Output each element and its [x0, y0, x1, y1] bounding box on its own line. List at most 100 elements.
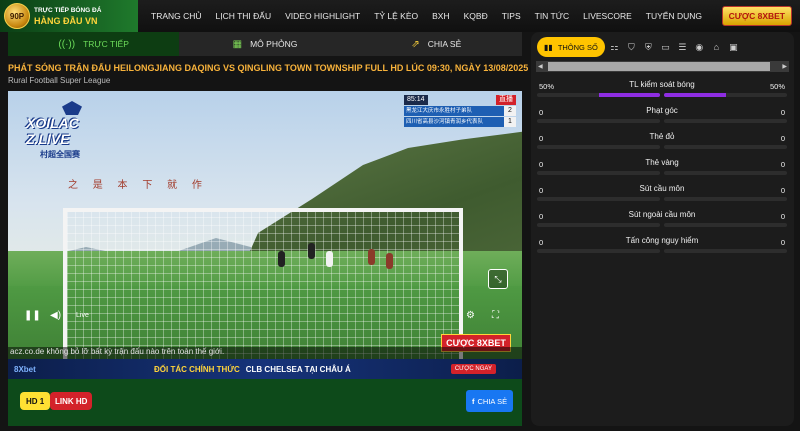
nav-schedule[interactable]: LỊCH THI ĐẤU: [209, 11, 279, 21]
settings-icon[interactable]: ⚙: [466, 310, 475, 321]
live-tag: 直播: [496, 95, 516, 105]
ad-text-chelsea: CLB CHELSEA TẠI CHÂU Á: [245, 364, 351, 374]
live-signal-icon: ((·)): [58, 38, 76, 50]
stat-row-possession: 50% TL kiểm soát bóng 50%: [537, 80, 787, 106]
crest-icon: [62, 101, 82, 115]
home-team-name: 黑龙江大庆市永胜村子弟队: [404, 106, 504, 116]
stat-row-shots-on-target: 0 Sút cầu môn 0: [537, 184, 787, 210]
stat-away-fill: [664, 93, 726, 97]
match-league: Rural Football Super League: [8, 76, 111, 85]
hd1-button[interactable]: HD 1: [20, 392, 51, 410]
scroll-thumb[interactable]: [548, 62, 770, 71]
nav-home[interactable]: TRANG CHỦ: [144, 11, 209, 21]
away-team-row: 四川省高县沙河镇青润乡代表队 1: [404, 117, 516, 127]
stat-home-bar: [537, 93, 660, 97]
scroll-left-icon[interactable]: ◀: [536, 63, 545, 70]
tab-share-label: CHIA SẺ: [427, 39, 462, 49]
stat-label: Sút cầu môn: [639, 184, 685, 193]
stream-controls-bar: HD 1 LINK HD f CHIA SẺ: [8, 379, 522, 426]
scroll-right-icon[interactable]: ▶: [780, 63, 789, 70]
tab-statistics-label: THÔNG SỐ: [557, 42, 598, 52]
chat-icon[interactable]: ▭: [658, 42, 673, 53]
stat-away-bar: [664, 145, 787, 149]
chart-icon[interactable]: ▣: [726, 42, 741, 53]
stat-home-bar: [537, 223, 660, 227]
stat-away-value: 0: [780, 160, 785, 169]
stat-away-bar: [664, 119, 787, 123]
away-team-name: 四川省高县沙河镇青润乡代表队: [404, 117, 504, 127]
stat-home-bar: [537, 145, 660, 149]
ad-bet-now-button[interactable]: CƯỢC NGAY: [450, 364, 496, 374]
match-title: PHÁT SÓNG TRẬN ĐẤU HEILONGJIANG DAQING V…: [8, 63, 529, 73]
tab-live[interactable]: ((·)) TRỰC TIẾP: [8, 32, 180, 56]
tab-statistics[interactable]: ▮▮ THÔNG SỐ: [537, 37, 605, 57]
nav-recruitment[interactable]: TUYỂN DỤNG: [639, 11, 709, 21]
nav-livescore[interactable]: LIVESCORE: [576, 11, 639, 21]
facebook-share-button[interactable]: f CHIA SẺ: [466, 390, 514, 412]
picture-in-picture-icon[interactable]: ⤡: [488, 269, 508, 289]
stream-tabs: ((·)) TRỰC TIẾP ▦ MÔ PHỎNG ⇗ CHIA SẺ: [8, 32, 522, 56]
live-label: Live: [76, 312, 89, 319]
logo-line1: TRỰC TIẾP BÓNG ĐÁ: [34, 7, 102, 14]
ad-brand: 8Xbet: [14, 364, 36, 374]
stat-away-value: 50%: [769, 82, 785, 91]
main-nav: TRANG CHỦ LỊCH THI ĐẤU VIDEO HIGHLIGHT T…: [144, 0, 709, 32]
player-1: [278, 251, 285, 267]
nav-standings[interactable]: BXH: [425, 11, 456, 21]
tabs-scrollbar[interactable]: ◀ ▶: [536, 61, 789, 72]
news-ticker: acz.co.de không bỏ lỡ bất kỳ trận đấu nà…: [8, 347, 522, 359]
stadium-icon[interactable]: ⌂: [709, 42, 724, 52]
stat-label: Tấn công nguy hiểm: [625, 236, 699, 245]
shirt-icon[interactable]: ⛉: [624, 42, 639, 53]
stat-away-bar: [664, 223, 787, 227]
watermark-sub: 村超全国赛: [40, 150, 80, 159]
stat-row-yellow-cards: 0 Thẻ vàng 0: [537, 158, 787, 184]
player-3: [386, 253, 393, 269]
stat-home-bar: [537, 171, 660, 175]
stat-away-bar: [664, 93, 787, 97]
video-mountain-banner: 之 是 本 下 就 作: [68, 180, 208, 191]
stat-home-bar: [537, 119, 660, 123]
stats-panel: ▮▮ THÔNG SỐ ⚏ ⛉ ⛨ ▭ ☰ ◉ ⌂ ▣ ◀ ▶ 50% TL ki…: [531, 32, 794, 426]
stat-away-value: 0: [780, 134, 785, 143]
bet-8xbet-button[interactable]: CƯỢC 8XBET: [721, 6, 792, 26]
ad-banner[interactable]: 8Xbet ĐỐI TÁC CHÍNH THỨC CLB CHELSEA TẠI…: [8, 359, 522, 379]
lineup-icon[interactable]: ⚏: [607, 42, 622, 53]
logo-ball-icon: 90P: [4, 3, 30, 29]
stat-label: Thẻ vàng: [645, 158, 679, 167]
nav-tips[interactable]: TIPS: [495, 11, 528, 21]
stat-row-red-cards: 0 Thẻ đỏ 0: [537, 132, 787, 158]
site-logo[interactable]: 90P TRỰC TIẾP BÓNG ĐÁ HÀNG ĐẦU VN: [0, 0, 138, 32]
match-clock: 85:14: [404, 95, 428, 105]
stat-row-shots-off-target: 0 Sút ngoài cầu môn 0: [537, 210, 787, 236]
jersey-icon[interactable]: ⛨: [641, 42, 656, 53]
live-icon[interactable]: ◉: [692, 42, 707, 53]
tab-simulation[interactable]: ▦ MÔ PHỎNG: [179, 32, 350, 56]
pitch-icon: ▦: [232, 38, 243, 50]
list-icon[interactable]: ☰: [675, 42, 690, 53]
pause-icon[interactable]: ❚❚: [24, 310, 41, 321]
video-player[interactable]: 之 是 本 下 就 作 XOILAC Z.LIVE 村超全国赛 85:14 直播…: [8, 91, 522, 379]
logo-line2: HÀNG ĐẦU VN: [34, 16, 98, 26]
player-4: [308, 243, 315, 259]
stat-label: Thẻ đỏ: [649, 132, 675, 141]
nav-odds[interactable]: TỶ LỆ KÈO: [367, 11, 425, 21]
nav-news[interactable]: TIN TỨC: [528, 11, 577, 21]
stat-away-bar: [664, 249, 787, 253]
stat-away-bar: [664, 171, 787, 175]
nav-results[interactable]: KQBĐ: [457, 11, 495, 21]
stat-away-value: 0: [780, 238, 785, 247]
xoilac-watermark: XOILAC Z.LIVE 村超全国赛: [26, 101, 126, 159]
player-goalkeeper: [326, 251, 333, 267]
stat-home-bar: [537, 197, 660, 201]
player-2: [368, 249, 375, 265]
watermark-logo: XOILAC Z.LIVE: [26, 115, 79, 147]
nav-video-highlight[interactable]: VIDEO HIGHLIGHT: [278, 11, 367, 21]
tab-share[interactable]: ⇗ CHIA SẺ: [351, 32, 522, 56]
fullscreen-icon[interactable]: ⛶: [492, 310, 499, 321]
volume-icon[interactable]: ◀): [50, 310, 61, 321]
stat-row-dangerous-attacks: 0 Tấn công nguy hiểm 0: [537, 236, 787, 262]
stat-label: TL kiểm soát bóng: [629, 80, 695, 89]
home-team-score: 2: [504, 106, 516, 116]
link-hd-button[interactable]: LINK HD: [50, 392, 93, 410]
